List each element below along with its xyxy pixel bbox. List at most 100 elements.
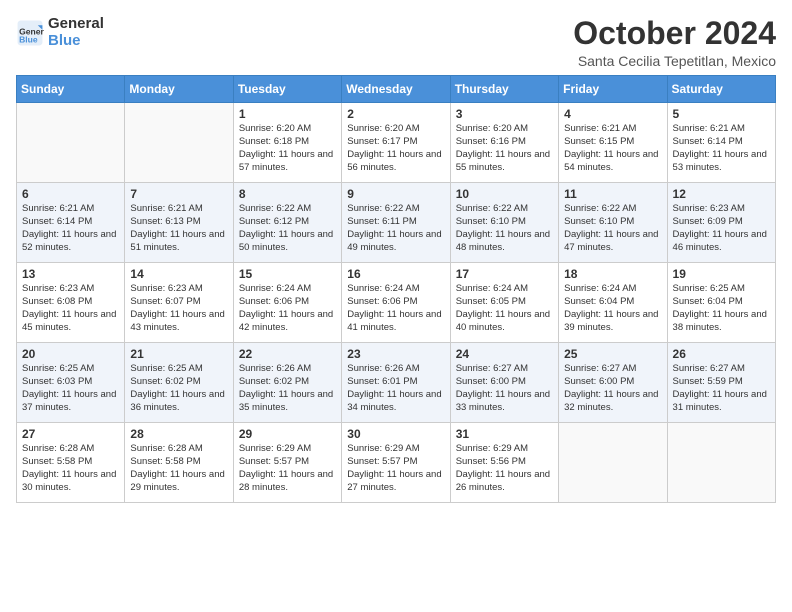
calendar-cell: 10 Sunrise: 6:22 AMSunset: 6:10 PMDayligh… (450, 183, 558, 263)
day-number: 5 (673, 107, 770, 121)
day-number: 13 (22, 267, 119, 281)
calendar-cell: 21 Sunrise: 6:25 AMSunset: 6:02 PMDayligh… (125, 343, 233, 423)
calendar-cell: 25Sunrise: 6:27 AMSunset: 6:00 PMDayligh… (559, 343, 667, 423)
day-number: 2 (347, 107, 444, 121)
day-info: Sunrise: 6:25 AMSunset: 6:04 PMDaylight:… (673, 283, 770, 334)
day-info: Sunrise: 6:27 AMSunset: 5:59 PMDaylight:… (673, 363, 770, 414)
logo-general: General (48, 16, 104, 33)
calendar-cell (667, 423, 775, 503)
calendar-cell (17, 103, 125, 183)
svg-text:Blue: Blue (19, 34, 38, 44)
calendar-cell: 9Sunrise: 6:22 AMSunset: 6:11 PMDaylight… (342, 183, 450, 263)
day-number: 27 (22, 427, 119, 441)
day-number: 11 (564, 187, 661, 201)
day-number: 9 (347, 187, 444, 201)
day-number: 14 (130, 267, 227, 281)
day-info: Sunrise: 6:20 AMSunset: 6:16 PMDaylight:… (456, 123, 553, 174)
day-number: 15 (239, 267, 336, 281)
logo-icon: General Blue (16, 19, 44, 47)
day-number: 7 (130, 187, 227, 201)
day-info: Sunrise: 6:29 AMSunset: 5:56 PMDaylight:… (456, 443, 553, 494)
day-info: Sunrise: 6:21 AMSunset: 6:13 PMDaylight:… (130, 203, 227, 254)
calendar-cell: 26 Sunrise: 6:27 AMSunset: 5:59 PMDayligh… (667, 343, 775, 423)
day-number: 21 (130, 347, 227, 361)
weekday-header-sunday: Sunday (17, 76, 125, 103)
day-info: Sunrise: 6:22 AMSunset: 6:10 PMDaylight:… (564, 203, 661, 254)
calendar-cell: 3 Sunrise: 6:20 AMSunset: 6:16 PMDaylight… (450, 103, 558, 183)
day-info: Sunrise: 6:26 AMSunset: 6:02 PMDaylight:… (239, 363, 336, 414)
calendar-cell: 30Sunrise: 6:29 AMSunset: 5:57 PMDayligh… (342, 423, 450, 503)
day-number: 17 (456, 267, 553, 281)
location-subtitle: Santa Cecilia Tepetitlan, Mexico (573, 53, 776, 69)
logo: General Blue General Blue (16, 16, 104, 49)
calendar-cell: 6 Sunrise: 6:21 AMSunset: 6:14 PMDaylight… (17, 183, 125, 263)
day-number: 28 (130, 427, 227, 441)
day-number: 1 (239, 107, 336, 121)
calendar-cell: 13 Sunrise: 6:23 AMSunset: 6:08 PMDayligh… (17, 263, 125, 343)
calendar-cell: 15 Sunrise: 6:24 AMSunset: 6:06 PMDayligh… (233, 263, 341, 343)
calendar-cell: 23 Sunrise: 6:26 AMSunset: 6:01 PMDayligh… (342, 343, 450, 423)
day-number: 10 (456, 187, 553, 201)
day-info: Sunrise: 6:25 AMSunset: 6:03 PMDaylight:… (22, 363, 119, 414)
day-info: Sunrise: 6:22 AMSunset: 6:12 PMDaylight:… (239, 203, 336, 254)
calendar-cell: 1 Sunrise: 6:20 AMSunset: 6:18 PMDaylight… (233, 103, 341, 183)
day-info: Sunrise: 6:21 AMSunset: 6:14 PMDaylight:… (22, 203, 119, 254)
weekday-header-tuesday: Tuesday (233, 76, 341, 103)
day-info: Sunrise: 6:22 AMSunset: 6:10 PMDaylight:… (456, 203, 553, 254)
title-block: October 2024 Santa Cecilia Tepetitlan, M… (573, 16, 776, 69)
calendar-cell: 28 Sunrise: 6:28 AMSunset: 5:58 PMDayligh… (125, 423, 233, 503)
day-number: 20 (22, 347, 119, 361)
day-number: 23 (347, 347, 444, 361)
day-info: Sunrise: 6:27 AMSunset: 6:00 PMDaylight:… (456, 363, 553, 414)
calendar-week-1: 1 Sunrise: 6:20 AMSunset: 6:18 PMDaylight… (17, 103, 776, 183)
calendar-cell: 16Sunrise: 6:24 AMSunset: 6:06 PMDayligh… (342, 263, 450, 343)
day-number: 31 (456, 427, 553, 441)
day-info: Sunrise: 6:23 AMSunset: 6:07 PMDaylight:… (130, 283, 227, 334)
day-info: Sunrise: 6:24 AMSunset: 6:05 PMDaylight:… (456, 283, 553, 334)
calendar-cell: 5 Sunrise: 6:21 AMSunset: 6:14 PMDaylight… (667, 103, 775, 183)
weekday-header-friday: Friday (559, 76, 667, 103)
day-info: Sunrise: 6:23 AMSunset: 6:08 PMDaylight:… (22, 283, 119, 334)
calendar-cell: 31 Sunrise: 6:29 AMSunset: 5:56 PMDayligh… (450, 423, 558, 503)
weekday-header-row: SundayMondayTuesdayWednesdayThursdayFrid… (17, 76, 776, 103)
day-number: 29 (239, 427, 336, 441)
calendar-cell: 17 Sunrise: 6:24 AMSunset: 6:05 PMDayligh… (450, 263, 558, 343)
calendar-cell (125, 103, 233, 183)
calendar-cell: 27 Sunrise: 6:28 AMSunset: 5:58 PMDayligh… (17, 423, 125, 503)
calendar-cell: 29Sunrise: 6:29 AMSunset: 5:57 PMDayligh… (233, 423, 341, 503)
day-info: Sunrise: 6:21 AMSunset: 6:15 PMDaylight:… (564, 123, 661, 174)
calendar-cell: 14 Sunrise: 6:23 AMSunset: 6:07 PMDayligh… (125, 263, 233, 343)
calendar-cell: 18Sunrise: 6:24 AMSunset: 6:04 PMDayligh… (559, 263, 667, 343)
calendar-week-4: 20 Sunrise: 6:25 AMSunset: 6:03 PMDayligh… (17, 343, 776, 423)
calendar-week-5: 27 Sunrise: 6:28 AMSunset: 5:58 PMDayligh… (17, 423, 776, 503)
day-info: Sunrise: 6:25 AMSunset: 6:02 PMDaylight:… (130, 363, 227, 414)
calendar-cell: 7 Sunrise: 6:21 AMSunset: 6:13 PMDaylight… (125, 183, 233, 263)
day-info: Sunrise: 6:29 AMSunset: 5:57 PMDaylight:… (347, 443, 444, 494)
day-info: Sunrise: 6:26 AMSunset: 6:01 PMDaylight:… (347, 363, 444, 414)
weekday-header-saturday: Saturday (667, 76, 775, 103)
day-number: 26 (673, 347, 770, 361)
weekday-header-thursday: Thursday (450, 76, 558, 103)
day-info: Sunrise: 6:27 AMSunset: 6:00 PMDaylight:… (564, 363, 661, 414)
calendar-cell: 12 Sunrise: 6:23 AMSunset: 6:09 PMDayligh… (667, 183, 775, 263)
day-info: Sunrise: 6:21 AMSunset: 6:14 PMDaylight:… (673, 123, 770, 174)
day-info: Sunrise: 6:24 AMSunset: 6:06 PMDaylight:… (347, 283, 444, 334)
day-info: Sunrise: 6:23 AMSunset: 6:09 PMDaylight:… (673, 203, 770, 254)
day-info: Sunrise: 6:20 AMSunset: 6:18 PMDaylight:… (239, 123, 336, 174)
calendar-cell: 24Sunrise: 6:27 AMSunset: 6:00 PMDayligh… (450, 343, 558, 423)
calendar-cell: 11 Sunrise: 6:22 AMSunset: 6:10 PMDayligh… (559, 183, 667, 263)
day-info: Sunrise: 6:28 AMSunset: 5:58 PMDaylight:… (130, 443, 227, 494)
day-number: 6 (22, 187, 119, 201)
page-container: General Blue General Blue October 2024 S… (0, 0, 792, 513)
calendar-cell: 20 Sunrise: 6:25 AMSunset: 6:03 PMDayligh… (17, 343, 125, 423)
day-number: 3 (456, 107, 553, 121)
calendar-cell: 22Sunrise: 6:26 AMSunset: 6:02 PMDayligh… (233, 343, 341, 423)
day-info: Sunrise: 6:20 AMSunset: 6:17 PMDaylight:… (347, 123, 444, 174)
day-number: 18 (564, 267, 661, 281)
logo-blue: Blue (48, 33, 104, 50)
day-info: Sunrise: 6:28 AMSunset: 5:58 PMDaylight:… (22, 443, 119, 494)
day-info: Sunrise: 6:24 AMSunset: 6:06 PMDaylight:… (239, 283, 336, 334)
day-number: 4 (564, 107, 661, 121)
calendar-table: SundayMondayTuesdayWednesdayThursdayFrid… (16, 75, 776, 503)
day-number: 12 (673, 187, 770, 201)
